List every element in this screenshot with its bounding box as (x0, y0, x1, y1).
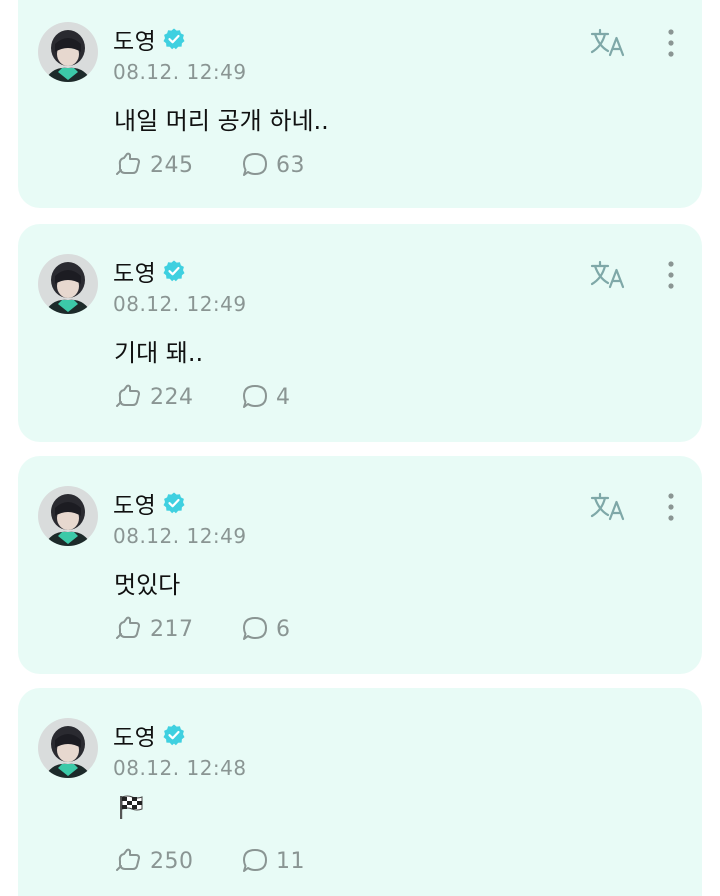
more-options-icon[interactable] (659, 258, 683, 292)
like-icon (116, 848, 140, 871)
translate-icon[interactable] (589, 26, 629, 60)
like-count: 217 (150, 616, 194, 642)
like-button[interactable]: 245 (114, 150, 194, 180)
author-row: 도영 (113, 719, 186, 751)
post-card[interactable]: 도영 08.12. 12:49 내일 머리 공개 하네.. 245 63 (18, 0, 702, 208)
like-count: 245 (150, 152, 194, 178)
post-timestamp: 08.12. 12:49 (113, 60, 247, 84)
author-name[interactable]: 도영 (113, 22, 156, 56)
more-options-icon[interactable] (659, 490, 683, 524)
author-row: 도영 (113, 255, 186, 287)
post-timestamp: 08.12. 12:49 (113, 524, 247, 548)
comment-count: 11 (276, 848, 305, 874)
comment-icon (243, 153, 267, 176)
post-card[interactable]: 도영 08.12. 12:49 멋있다 217 6 (18, 456, 702, 674)
author-name[interactable]: 도영 (113, 486, 156, 520)
post-timestamp: 08.12. 12:49 (113, 292, 247, 316)
comment-button[interactable]: 6 (240, 614, 291, 644)
comment-button[interactable]: 11 (240, 846, 305, 876)
checkered-flag-icon: 🏁 (116, 793, 144, 821)
post-text: 기대 돼.. (114, 339, 204, 367)
verified-badge-icon (162, 259, 186, 283)
avatar[interactable] (38, 22, 98, 82)
comment-count: 63 (276, 152, 305, 178)
like-button[interactable]: 224 (114, 382, 194, 412)
like-icon (116, 152, 140, 175)
comment-button[interactable]: 63 (240, 150, 305, 180)
post-card[interactable]: 도영 08.12. 12:48 🏁 (18, 688, 702, 896)
like-button[interactable]: 250 (114, 846, 194, 876)
avatar[interactable] (38, 718, 98, 778)
avatar[interactable] (38, 254, 98, 314)
translate-icon[interactable] (589, 258, 629, 292)
like-count: 224 (150, 384, 194, 410)
verified-badge-icon (162, 491, 186, 515)
post-timestamp: 08.12. 12:48 (113, 756, 247, 780)
comment-count: 6 (276, 616, 291, 642)
comment-icon (243, 617, 267, 640)
author-row: 도영 (113, 23, 186, 55)
more-options-icon[interactable] (659, 26, 683, 60)
author-row: 도영 (113, 487, 186, 519)
post-feed: 도영 08.12. 12:49 내일 머리 공개 하네.. 245 63 도영 … (0, 0, 720, 896)
like-count: 250 (150, 848, 194, 874)
post-text: 내일 머리 공개 하네.. (114, 107, 329, 135)
comment-button[interactable]: 4 (240, 382, 291, 412)
comment-icon (243, 849, 267, 872)
avatar[interactable] (38, 486, 98, 546)
like-icon (116, 616, 140, 639)
translate-icon[interactable] (589, 490, 629, 524)
verified-badge-icon (162, 723, 186, 747)
author-name[interactable]: 도영 (113, 254, 156, 288)
post-text: 멋있다 (114, 571, 181, 599)
comment-count: 4 (276, 384, 291, 410)
author-name[interactable]: 도영 (113, 718, 156, 752)
like-button[interactable]: 217 (114, 614, 194, 644)
like-icon (116, 384, 140, 407)
verified-badge-icon (162, 27, 186, 51)
comment-icon (243, 385, 267, 408)
post-card[interactable]: 도영 08.12. 12:49 기대 돼.. 224 4 (18, 224, 702, 442)
